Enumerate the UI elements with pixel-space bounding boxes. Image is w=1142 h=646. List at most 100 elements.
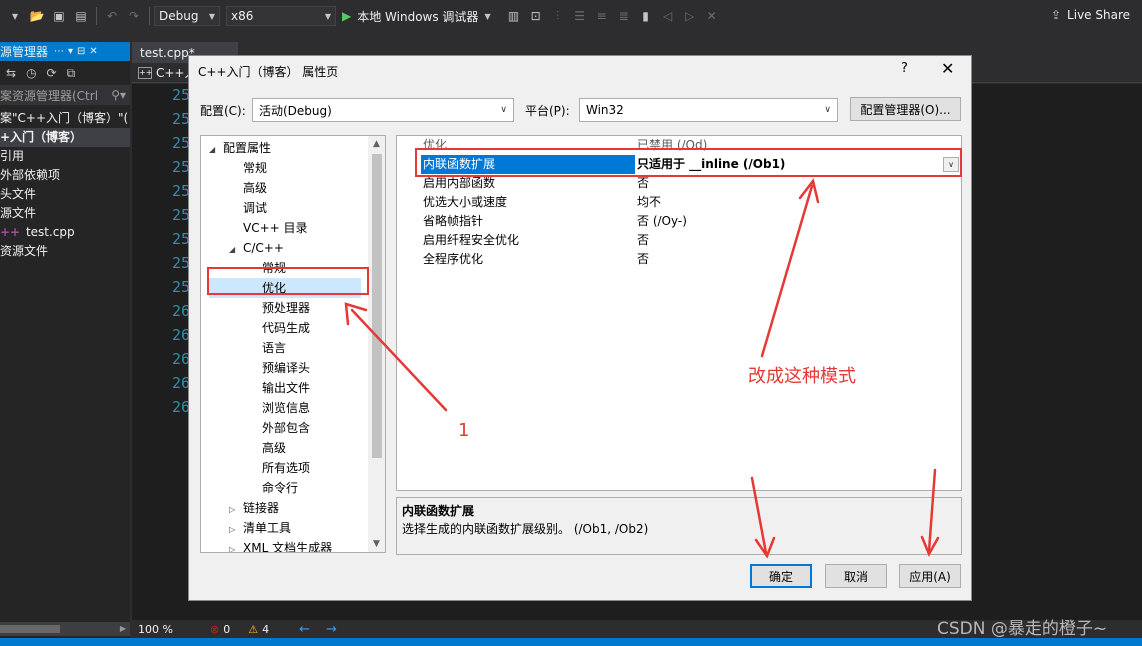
tree-item[interactable]: 调试: [229, 198, 267, 218]
help-button[interactable]: ?: [901, 61, 908, 76]
scroll-down-icon[interactable]: ▼: [368, 536, 385, 552]
search-icon[interactable]: ⚲▾: [111, 88, 126, 102]
property-pages-dialog: C++入门（博客） 属性页 ? ✕ 配置(C): 活动(Debug) ∨ 平台(P…: [188, 55, 972, 601]
tree-item-label: VC++ 目录: [243, 221, 308, 235]
tree-item[interactable]: 语言: [248, 338, 286, 358]
platform-value: x86: [231, 9, 254, 23]
clear-bookmark-icon[interactable]: ✕: [703, 7, 721, 25]
property-row[interactable]: 全程序优化 否: [421, 250, 961, 269]
header-files-node[interactable]: 头文件: [0, 185, 130, 204]
tree-item[interactable]: ◢ 配置属性: [209, 138, 271, 158]
format-icon[interactable]: ☰: [571, 7, 589, 25]
tree-item[interactable]: ▷ 链接器: [229, 498, 279, 518]
tree-vertical-scrollbar[interactable]: ▲ ▼: [368, 136, 385, 552]
undo-icon[interactable]: ↶: [103, 7, 121, 25]
expand-toggle-icon[interactable]: ◢: [209, 140, 223, 160]
expand-toggle-icon[interactable]: ▷: [229, 520, 243, 540]
tree-item-label: 常规: [243, 161, 268, 175]
ok-button[interactable]: 确定: [750, 564, 812, 588]
tree-item[interactable]: VC++ 目录: [229, 218, 308, 238]
tree-item-label: 外部包含: [262, 421, 311, 435]
test-cpp-node[interactable]: ++ test.cpp: [0, 223, 130, 242]
next-bookmark-icon[interactable]: ▷: [681, 7, 699, 25]
tree-item[interactable]: ▷ 清单工具: [229, 518, 291, 538]
expand-toggle-icon[interactable]: ◢: [229, 240, 243, 260]
platform-select[interactable]: x86 ▼: [226, 6, 336, 26]
sync-icon[interactable]: ⇆: [6, 66, 16, 80]
tree-item[interactable]: 常规: [229, 158, 267, 178]
solution-node[interactable]: 案"C++入门（博客）"(: [0, 109, 130, 128]
source-files-node[interactable]: 源文件: [0, 204, 130, 223]
solution-search-input[interactable]: 案资源管理器(Ctrl ⚲▾: [0, 85, 130, 105]
tree-item[interactable]: 预处理器: [248, 298, 310, 318]
refresh-icon[interactable]: ⟳: [47, 66, 57, 80]
expand-toggle-icon[interactable]: ▷: [229, 540, 243, 552]
close-button[interactable]: ✕: [941, 59, 954, 78]
open-folder-icon[interactable]: 📂: [28, 7, 46, 25]
tree-item[interactable]: 高级: [229, 178, 267, 198]
project-scope-icon: ++: [138, 66, 153, 79]
back-arrow-icon[interactable]: ←: [299, 622, 310, 637]
tree-item[interactable]: 命令行: [248, 478, 298, 498]
start-debugging-button[interactable]: ▶ 本地 Windows 调试器 ▼: [342, 8, 491, 25]
history-icon[interactable]: ◷: [26, 66, 36, 80]
save-all-icon[interactable]: ▤: [72, 7, 90, 25]
annotation-box-optimize: [207, 267, 369, 295]
redo-icon[interactable]: ↷: [125, 7, 143, 25]
scrollbar-thumb[interactable]: [372, 154, 382, 458]
scroll-up-icon[interactable]: ▲: [368, 136, 385, 152]
save-icon[interactable]: ▣: [50, 7, 68, 25]
tree-item[interactable]: ▷ XML 文档生成器: [229, 538, 333, 553]
collapse-icon[interactable]: ⧉: [67, 66, 76, 81]
references-node[interactable]: 引用: [0, 147, 130, 166]
align-icon[interactable]: ⫶: [549, 7, 567, 25]
tree-item[interactable]: 外部包含: [248, 418, 310, 438]
tree-item[interactable]: 代码生成: [248, 318, 310, 338]
external-deps-node[interactable]: 外部依赖项: [0, 166, 130, 185]
forward-arrow-icon[interactable]: →: [326, 622, 337, 637]
expand-toggle-icon[interactable]: ▷: [229, 500, 243, 520]
scroll-right-icon[interactable]: ▶: [120, 622, 126, 636]
property-name: 省略帧指针: [423, 214, 484, 228]
property-name: 启用纤程安全优化: [423, 233, 520, 247]
tree-item[interactable]: 所有选项: [248, 458, 310, 478]
annotation-box-inline: [415, 148, 962, 177]
tree-item[interactable]: 输出文件: [248, 378, 310, 398]
line-number-gutter: 25 25 25 25 25 25 25 25 25 26 26 26 26 26: [132, 84, 190, 620]
project-node[interactable]: +入门（博客）: [0, 128, 130, 147]
tree-item[interactable]: 高级: [248, 438, 286, 458]
prev-bookmark-icon[interactable]: ◁: [659, 7, 677, 25]
property-row[interactable]: 启用纤程安全优化 否: [421, 231, 961, 250]
tree-item[interactable]: ◢ C/C++: [229, 238, 284, 258]
solution-config-select[interactable]: Debug ▼: [154, 6, 220, 26]
tree-item[interactable]: 预编译头: [248, 358, 310, 378]
cancel-button[interactable]: 取消: [825, 564, 887, 588]
toolbar-separator: [96, 7, 97, 25]
tree-item-label: XML 文档生成器: [243, 541, 333, 553]
platform-select-dialog[interactable]: Win32 ∨: [579, 98, 838, 122]
config-select[interactable]: 活动(Debug) ∨: [252, 98, 514, 122]
zoom-level[interactable]: 100 %: [132, 623, 192, 636]
uncomment-icon[interactable]: ≣: [615, 7, 633, 25]
resource-files-node[interactable]: 资源文件: [0, 242, 130, 261]
live-share-button[interactable]: ⇪ Live Share: [1051, 8, 1130, 22]
tree-item[interactable]: 浏览信息: [248, 398, 310, 418]
apply-button[interactable]: 应用(A): [899, 564, 961, 588]
comment-icon[interactable]: ≡: [593, 7, 611, 25]
property-row[interactable]: 优选大小或速度 均不: [421, 193, 961, 212]
tree-item-label: 高级: [262, 441, 287, 455]
dropdown-arrow-icon[interactable]: ▾: [6, 7, 24, 25]
bookmark-icon[interactable]: ▮: [637, 7, 655, 25]
horizontal-scrollbar[interactable]: ▶: [0, 622, 130, 636]
folder-icon[interactable]: ▥: [505, 7, 523, 25]
test-cpp-label: test.cpp: [25, 225, 75, 239]
warning-count[interactable]: ⚠ 4: [248, 623, 269, 636]
error-count[interactable]: ⊗ 0: [210, 623, 230, 636]
screenshot-icon[interactable]: ⊡: [527, 7, 545, 25]
annotation-label-mode: 改成这种模式: [748, 366, 856, 387]
config-manager-button[interactable]: 配置管理器(O)...: [850, 97, 961, 121]
property-value: 否: [637, 233, 650, 247]
window-controls-icon[interactable]: ⋯▾⊟✕: [54, 46, 102, 57]
scrollbar-thumb[interactable]: [0, 625, 60, 633]
property-row[interactable]: 省略帧指针 否 (/Oy-): [421, 212, 961, 231]
